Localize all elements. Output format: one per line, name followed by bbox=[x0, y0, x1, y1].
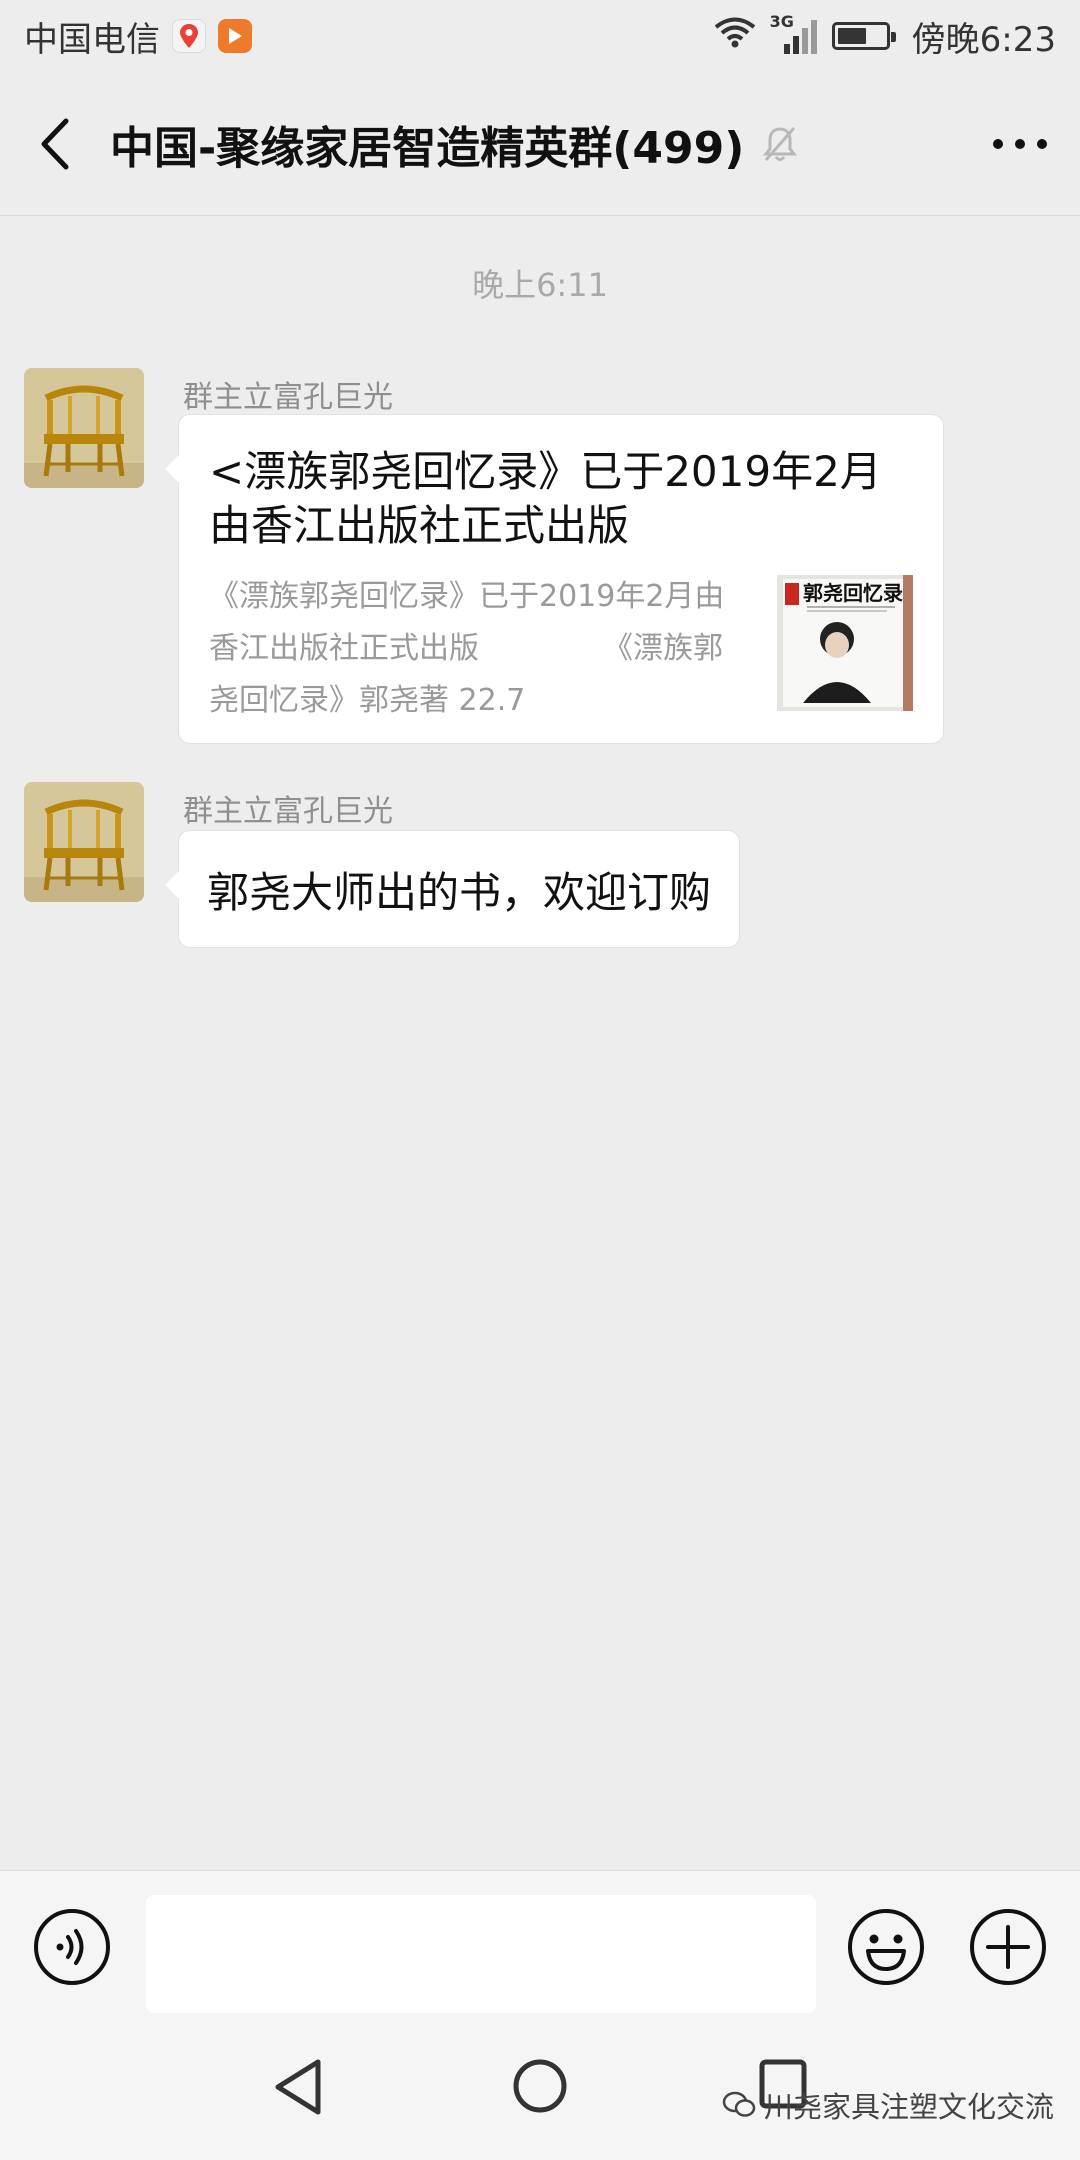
clock-label: 傍晚6:23 bbox=[911, 19, 1056, 60]
muted-bell-icon bbox=[760, 124, 800, 164]
link-card-message[interactable]: <漂族郭尧回忆录》已于2019年2月由香江出版社正式出版 《漂族郭尧回忆录》已于… bbox=[165, 414, 944, 744]
chat-header: 中国-聚缘家居智造精英群(499) bbox=[0, 72, 1080, 216]
sender-name: 群主立富孔巨光 bbox=[183, 794, 393, 829]
video-notification-icon bbox=[218, 19, 252, 53]
triangle-back-icon bbox=[275, 2059, 321, 2115]
message-input[interactable] bbox=[146, 1895, 816, 2013]
message-list[interactable]: 晚上6:11 群主立富孔巨光 <漂族郭尧回忆录》已于2019年2月由香江出版社正… bbox=[0, 216, 1080, 1870]
message-timestamp: 晚上6:11 bbox=[472, 266, 608, 304]
more-dots-icon bbox=[993, 138, 1047, 149]
wifi-icon bbox=[714, 16, 756, 57]
circle-home-icon bbox=[513, 2059, 567, 2113]
plus-icon bbox=[970, 1909, 1046, 1985]
link-desc-line: 香江出版社正式出版 《漂族郭 bbox=[209, 623, 729, 675]
book-cover-title: 郭尧回忆录 bbox=[803, 581, 903, 605]
link-card-body: 《漂族郭尧回忆录》已于2019年2月由 香江出版社正式出版 《漂族郭 尧回忆录》郭… bbox=[209, 571, 913, 718]
cellular-signal-icon: 3G bbox=[770, 12, 818, 56]
more-options-button[interactable] bbox=[960, 72, 1080, 216]
system-navigation-bar: 川尧家具注塑文化交流 bbox=[0, 2016, 1080, 2160]
chat-title: 中国-聚缘家居智造精英群(499) bbox=[110, 122, 745, 174]
chevron-left-icon bbox=[41, 118, 69, 169]
link-desc-fragment: 《漂族郭 bbox=[603, 631, 723, 666]
watermark-text: 川尧家具注塑文化交流 bbox=[763, 2090, 1054, 2124]
status-bar: 中国电信 3G 傍晚6:23 bbox=[0, 0, 1080, 72]
wechat-logo-icon bbox=[722, 2091, 756, 2117]
link-desc-line: 《漂族郭尧回忆录》已于2019年2月由 bbox=[209, 579, 725, 614]
text-message[interactable]: 郭尧大师出的书，欢迎订购 bbox=[164, 830, 741, 948]
sender-avatar[interactable] bbox=[24, 782, 144, 902]
sender-name: 群主立富孔巨光 bbox=[183, 380, 393, 415]
voice-input-button[interactable] bbox=[32, 1907, 112, 1987]
link-desc-fragment: 香江出版社正式出版 bbox=[209, 631, 479, 666]
sender-avatar[interactable] bbox=[24, 368, 144, 488]
more-functions-button[interactable] bbox=[968, 1907, 1048, 1987]
nav-back-button[interactable] bbox=[272, 2058, 324, 2120]
battery-icon bbox=[831, 22, 896, 50]
carrier-label: 中国电信 bbox=[24, 19, 160, 60]
status-left: 中国电信 bbox=[24, 12, 252, 61]
maps-notification-icon bbox=[172, 19, 206, 53]
voice-icon bbox=[34, 1909, 110, 1985]
status-right: 3G 傍晚6:23 bbox=[714, 12, 1056, 61]
emoji-icon bbox=[848, 1909, 924, 1985]
book-cover-thumbnail: 郭尧回忆录 bbox=[777, 575, 913, 711]
nav-home-button[interactable] bbox=[510, 2056, 570, 2120]
link-desc-line: 尧回忆录》郭尧著 22.7 bbox=[209, 683, 526, 718]
back-button[interactable] bbox=[0, 72, 110, 216]
emoji-button[interactable] bbox=[846, 1907, 926, 1987]
message-text: 郭尧大师出的书，欢迎订购 bbox=[207, 867, 712, 917]
watermark: 川尧家具注塑文化交流 bbox=[722, 2084, 1054, 2126]
link-card-title: <漂族郭尧回忆录》已于2019年2月由香江出版社正式出版 bbox=[209, 447, 882, 550]
link-card-description: 《漂族郭尧回忆录》已于2019年2月由 香江出版社正式出版 《漂族郭 尧回忆录》郭… bbox=[209, 571, 729, 727]
input-bar bbox=[0, 1870, 1080, 2016]
